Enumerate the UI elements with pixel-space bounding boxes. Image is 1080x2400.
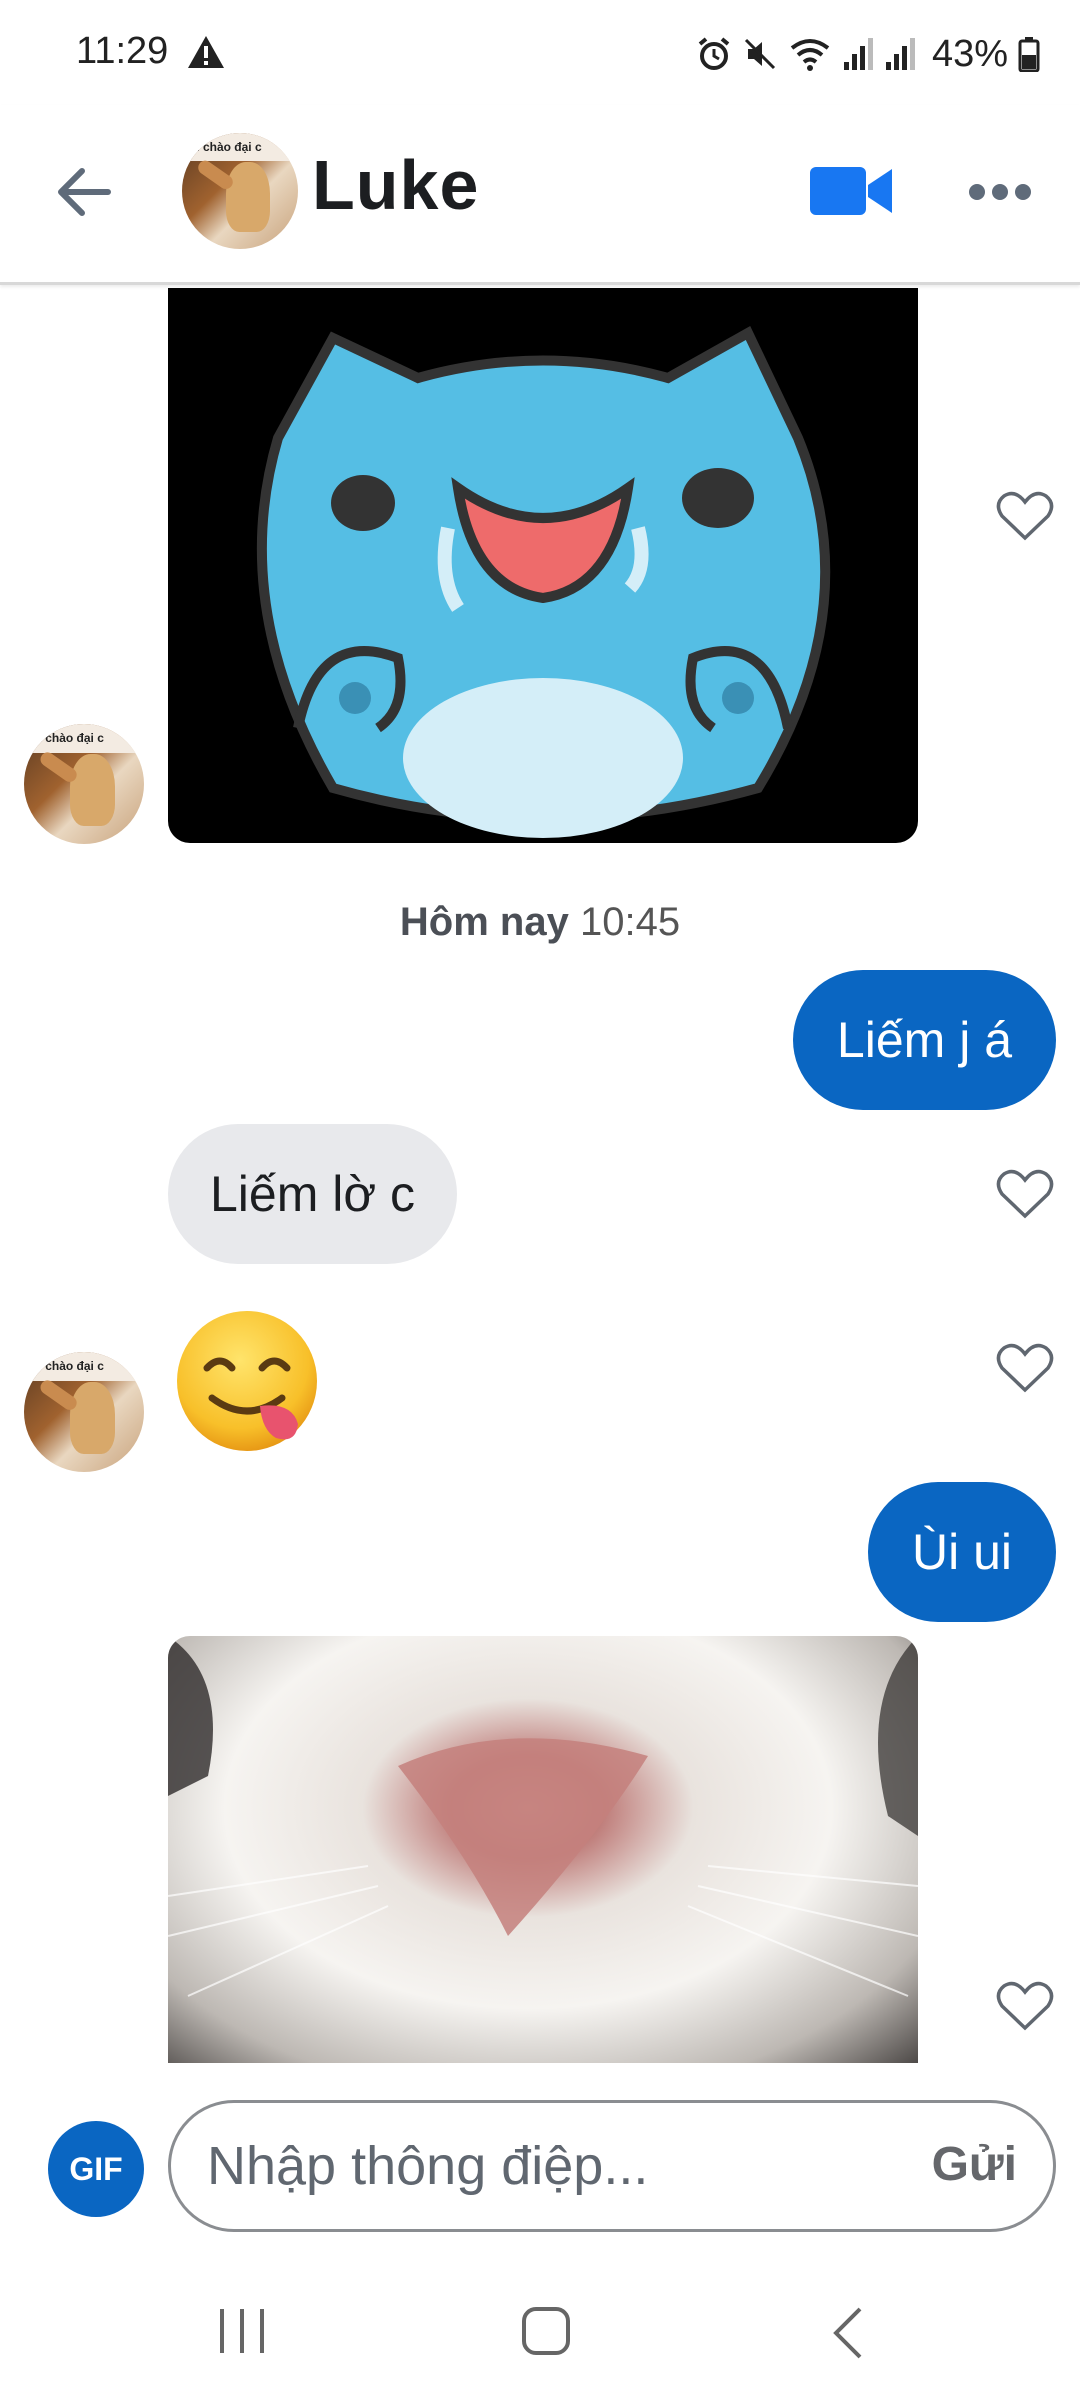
timestamp-day: Hôm nay <box>399 900 569 944</box>
cat-nose-gif-art <box>168 1636 918 1997</box>
like-heart-icon[interactable] <box>996 1168 1054 1220</box>
cat-nose-gif[interactable] <box>168 1636 918 2063</box>
send-button[interactable]: Gửi <box>932 2137 1017 2192</box>
status-bar: 11:29 43% <box>0 0 1080 105</box>
message-input[interactable] <box>207 2103 887 2229</box>
wifi-icon <box>790 39 830 71</box>
battery-percent: 43% <box>931 32 1008 75</box>
like-heart-icon[interactable] <box>996 1980 1054 2032</box>
blue-cat-gif-art <box>256 326 831 838</box>
message-list[interactable]: m chào đại c Hôm nay 10:45 Liếm j á Liếm… <box>0 288 1080 2063</box>
signal-icon <box>843 38 873 70</box>
outgoing-message[interactable]: Ùi ui <box>867 1482 1056 1622</box>
outgoing-message[interactable]: Liếm j á <box>792 970 1056 1110</box>
contact-name[interactable]: Luke <box>312 145 479 225</box>
more-dots-icon[interactable] <box>968 177 1032 207</box>
video-camera-icon[interactable] <box>810 163 894 219</box>
recent-apps-icon[interactable] <box>216 2307 270 2355</box>
incoming-message[interactable]: Liếm lờ c <box>168 1124 458 1264</box>
timestamp-divider: Hôm nay 10:45 <box>0 900 1080 945</box>
system-nav-bar <box>0 2253 1080 2400</box>
mute-icon <box>744 38 775 70</box>
back-arrow-icon[interactable] <box>48 157 118 227</box>
battery-icon <box>1018 37 1040 72</box>
message-composer: GIF Gửi <box>0 2063 1080 2253</box>
conversation-header: m chào đại c Luke <box>0 105 1080 285</box>
message-input-container[interactable]: Gửi <box>168 2100 1056 2232</box>
face-savoring-food-emoji[interactable] <box>172 1306 322 1456</box>
gif-button[interactable]: GIF <box>48 2121 144 2217</box>
avatar-caption: m chào đại c <box>188 139 262 154</box>
like-heart-icon[interactable] <box>996 1342 1054 1394</box>
status-time: 11:29 <box>76 30 169 72</box>
like-heart-icon[interactable] <box>996 490 1054 542</box>
warning-icon <box>188 36 224 68</box>
avatar-caption: m chào đại c <box>31 1359 104 1374</box>
blue-cat-gif[interactable] <box>168 288 918 843</box>
signal-icon <box>885 38 915 70</box>
status-icons: 43% <box>696 30 1040 78</box>
contact-avatar[interactable]: m chào đại c <box>24 1352 144 1472</box>
contact-avatar[interactable]: m chào đại c <box>182 133 298 249</box>
contact-avatar[interactable]: m chào đại c <box>24 724 144 844</box>
avatar-caption: m chào đại c <box>31 731 104 746</box>
timestamp-time: 10:45 <box>579 900 681 944</box>
back-icon[interactable] <box>826 2305 870 2361</box>
home-icon[interactable] <box>520 2305 572 2357</box>
alarm-icon <box>698 37 730 70</box>
